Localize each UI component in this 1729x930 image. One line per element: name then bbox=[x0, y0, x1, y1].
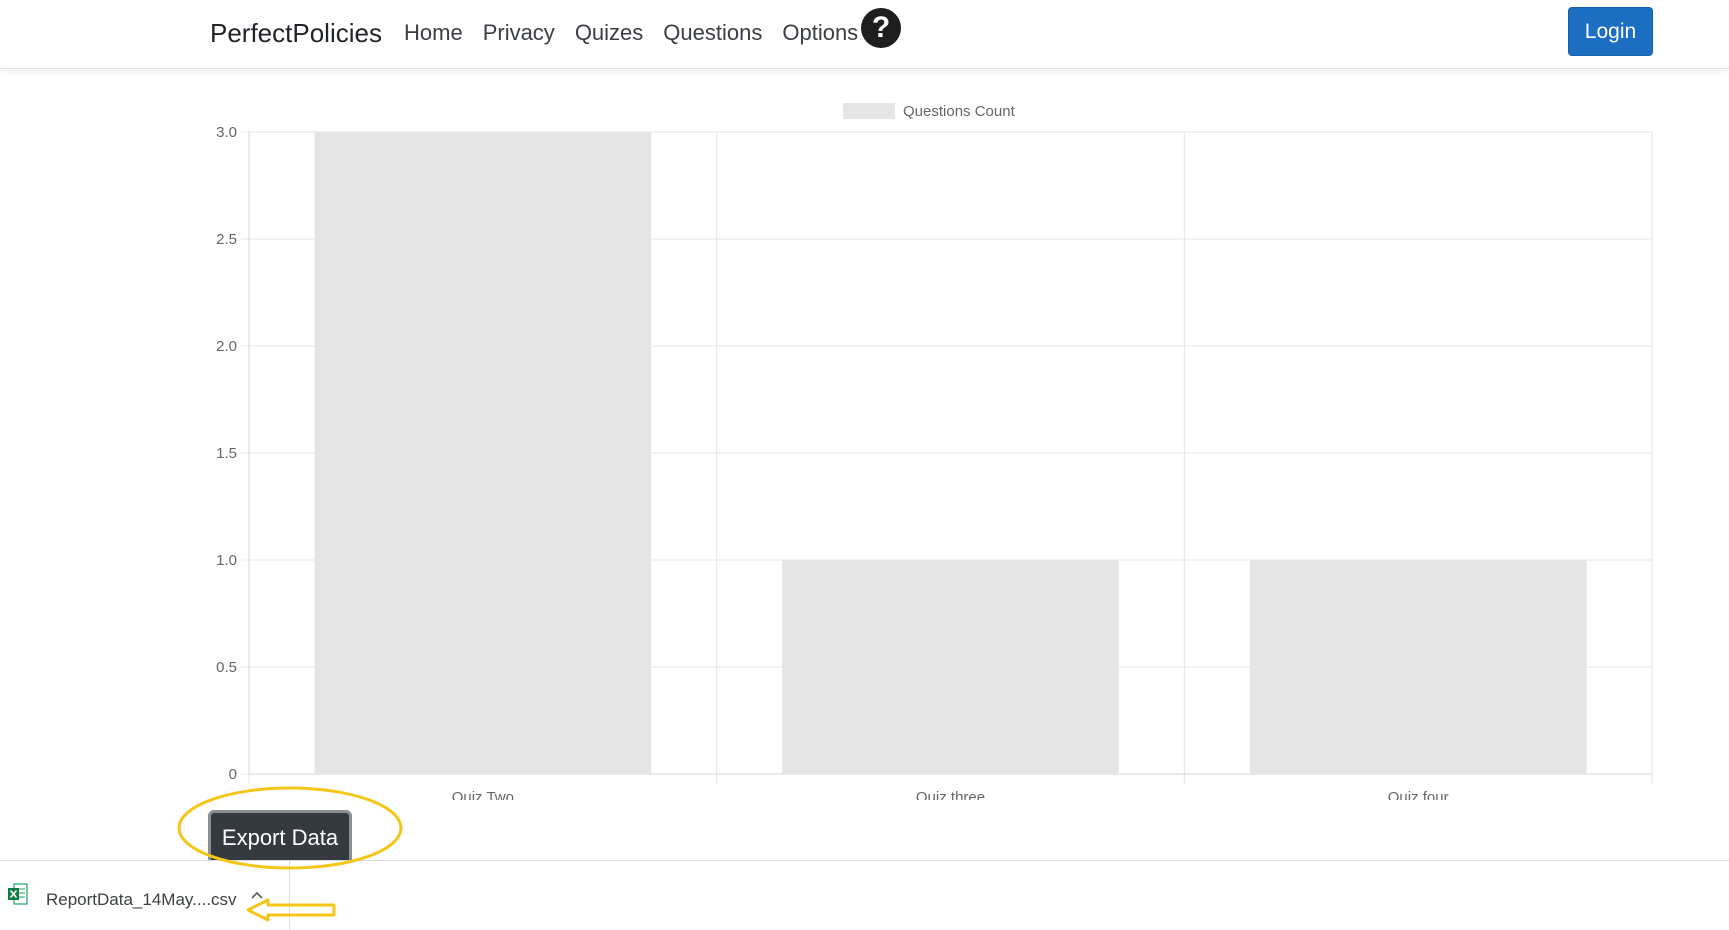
y-tick-label: 1.5 bbox=[216, 445, 237, 462]
download-bar: ReportData_14May....csv bbox=[0, 860, 1729, 930]
bar-chart: 0 0.5 1.0 1.5 2.0 2.5 3.0 Quiz Two Quiz three Qui… bbox=[216, 103, 1653, 800]
y-tick-label: 0.5 bbox=[216, 659, 237, 676]
x-tick-label: Quiz three bbox=[916, 789, 985, 800]
y-tick-label: 2.0 bbox=[216, 338, 237, 355]
y-tick-label: 2.5 bbox=[216, 231, 237, 248]
legend-label: Questions Count bbox=[903, 103, 1016, 120]
y-tick-label: 3.0 bbox=[216, 124, 237, 141]
bar bbox=[314, 132, 652, 774]
download-item[interactable]: ReportData_14May....csv bbox=[0, 861, 290, 930]
chevron-up-icon[interactable] bbox=[248, 887, 266, 905]
x-tick-label: Quiz Two bbox=[452, 789, 514, 800]
y-tick-label: 1.0 bbox=[216, 552, 237, 569]
bar bbox=[782, 560, 1119, 774]
export-data-button[interactable]: Export Data bbox=[208, 810, 352, 866]
y-tick-label: 0 bbox=[229, 766, 237, 783]
download-file-name: ReportData_14May....csv bbox=[46, 890, 237, 909]
x-tick-label: Quiz four bbox=[1388, 789, 1449, 800]
excel-file-icon bbox=[8, 883, 28, 905]
bar bbox=[1249, 560, 1587, 774]
legend-swatch bbox=[843, 103, 895, 119]
